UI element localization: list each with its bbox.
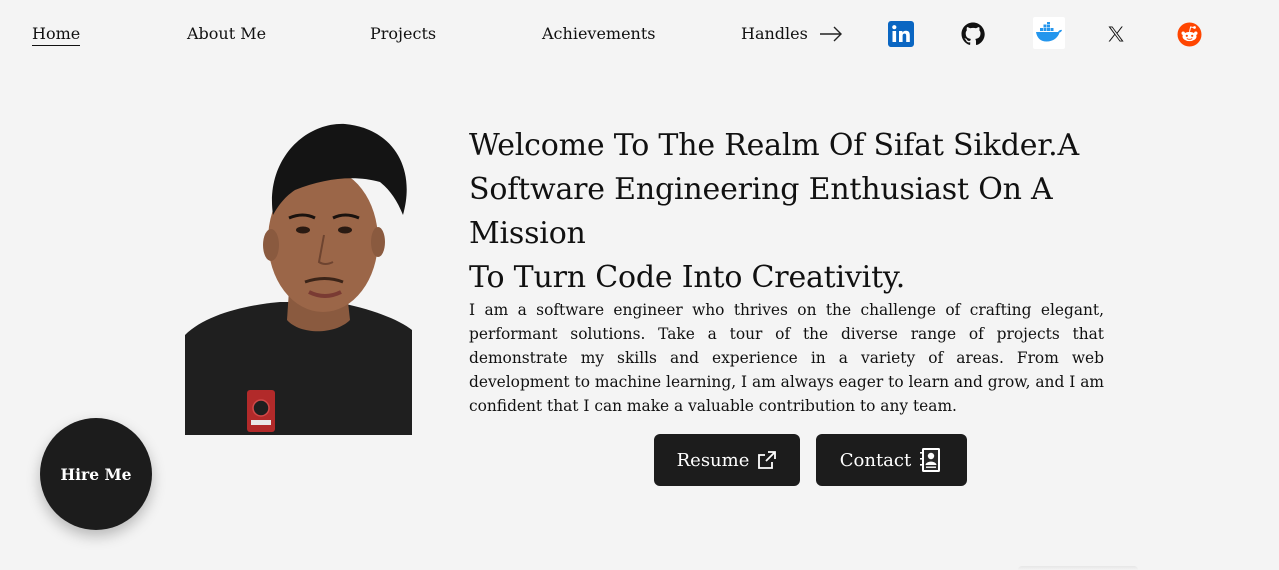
docker-link[interactable] [1033,17,1065,49]
bottom-edge-element [1018,566,1138,570]
hero-headline: Welcome To The Realm Of Sifat Sikder.A S… [469,124,1149,300]
nav-projects[interactable]: Projects [370,24,436,43]
top-nav: Home About Me Projects Achievements Hand… [0,0,1279,70]
linkedin-link[interactable] [885,18,917,50]
headline-line-1: Welcome To The Realm Of Sifat Sikder.A [469,128,1079,163]
contact-button-label: Contact [839,449,912,471]
github-link[interactable] [957,18,989,50]
contact-book-icon [920,448,941,472]
nav-about-me[interactable]: About Me [187,24,266,43]
github-icon [961,22,985,46]
resume-button-label: Resume [676,449,750,471]
nav-home[interactable]: Home [32,24,81,46]
arrow-right-icon [820,26,842,42]
nav-handles[interactable]: Handles [741,24,808,43]
reddit-link[interactable] [1173,18,1205,50]
nav-achievements[interactable]: Achievements [542,24,656,43]
hero-bio: I am a software engineer who thrives on … [469,301,1104,415]
headline-line-2: Software Engineering Enthusiast On A Mis… [469,172,1053,251]
profile-photo [185,120,412,435]
page: Home About Me Projects Achievements Hand… [0,0,1279,570]
hire-me-button[interactable]: Hire Me [40,418,152,530]
headline-line-3: To Turn Code Into Creativity. [469,260,906,295]
docker-icon [1036,22,1062,42]
reddit-icon [1177,22,1201,46]
x-icon [1108,26,1124,42]
x-link[interactable] [1100,18,1132,50]
hire-me-label: Hire Me [60,464,132,484]
linkedin-icon [888,21,914,47]
external-link-icon [758,451,777,469]
resume-button[interactable]: Resume [654,434,800,486]
contact-button[interactable]: Contact [816,434,967,486]
